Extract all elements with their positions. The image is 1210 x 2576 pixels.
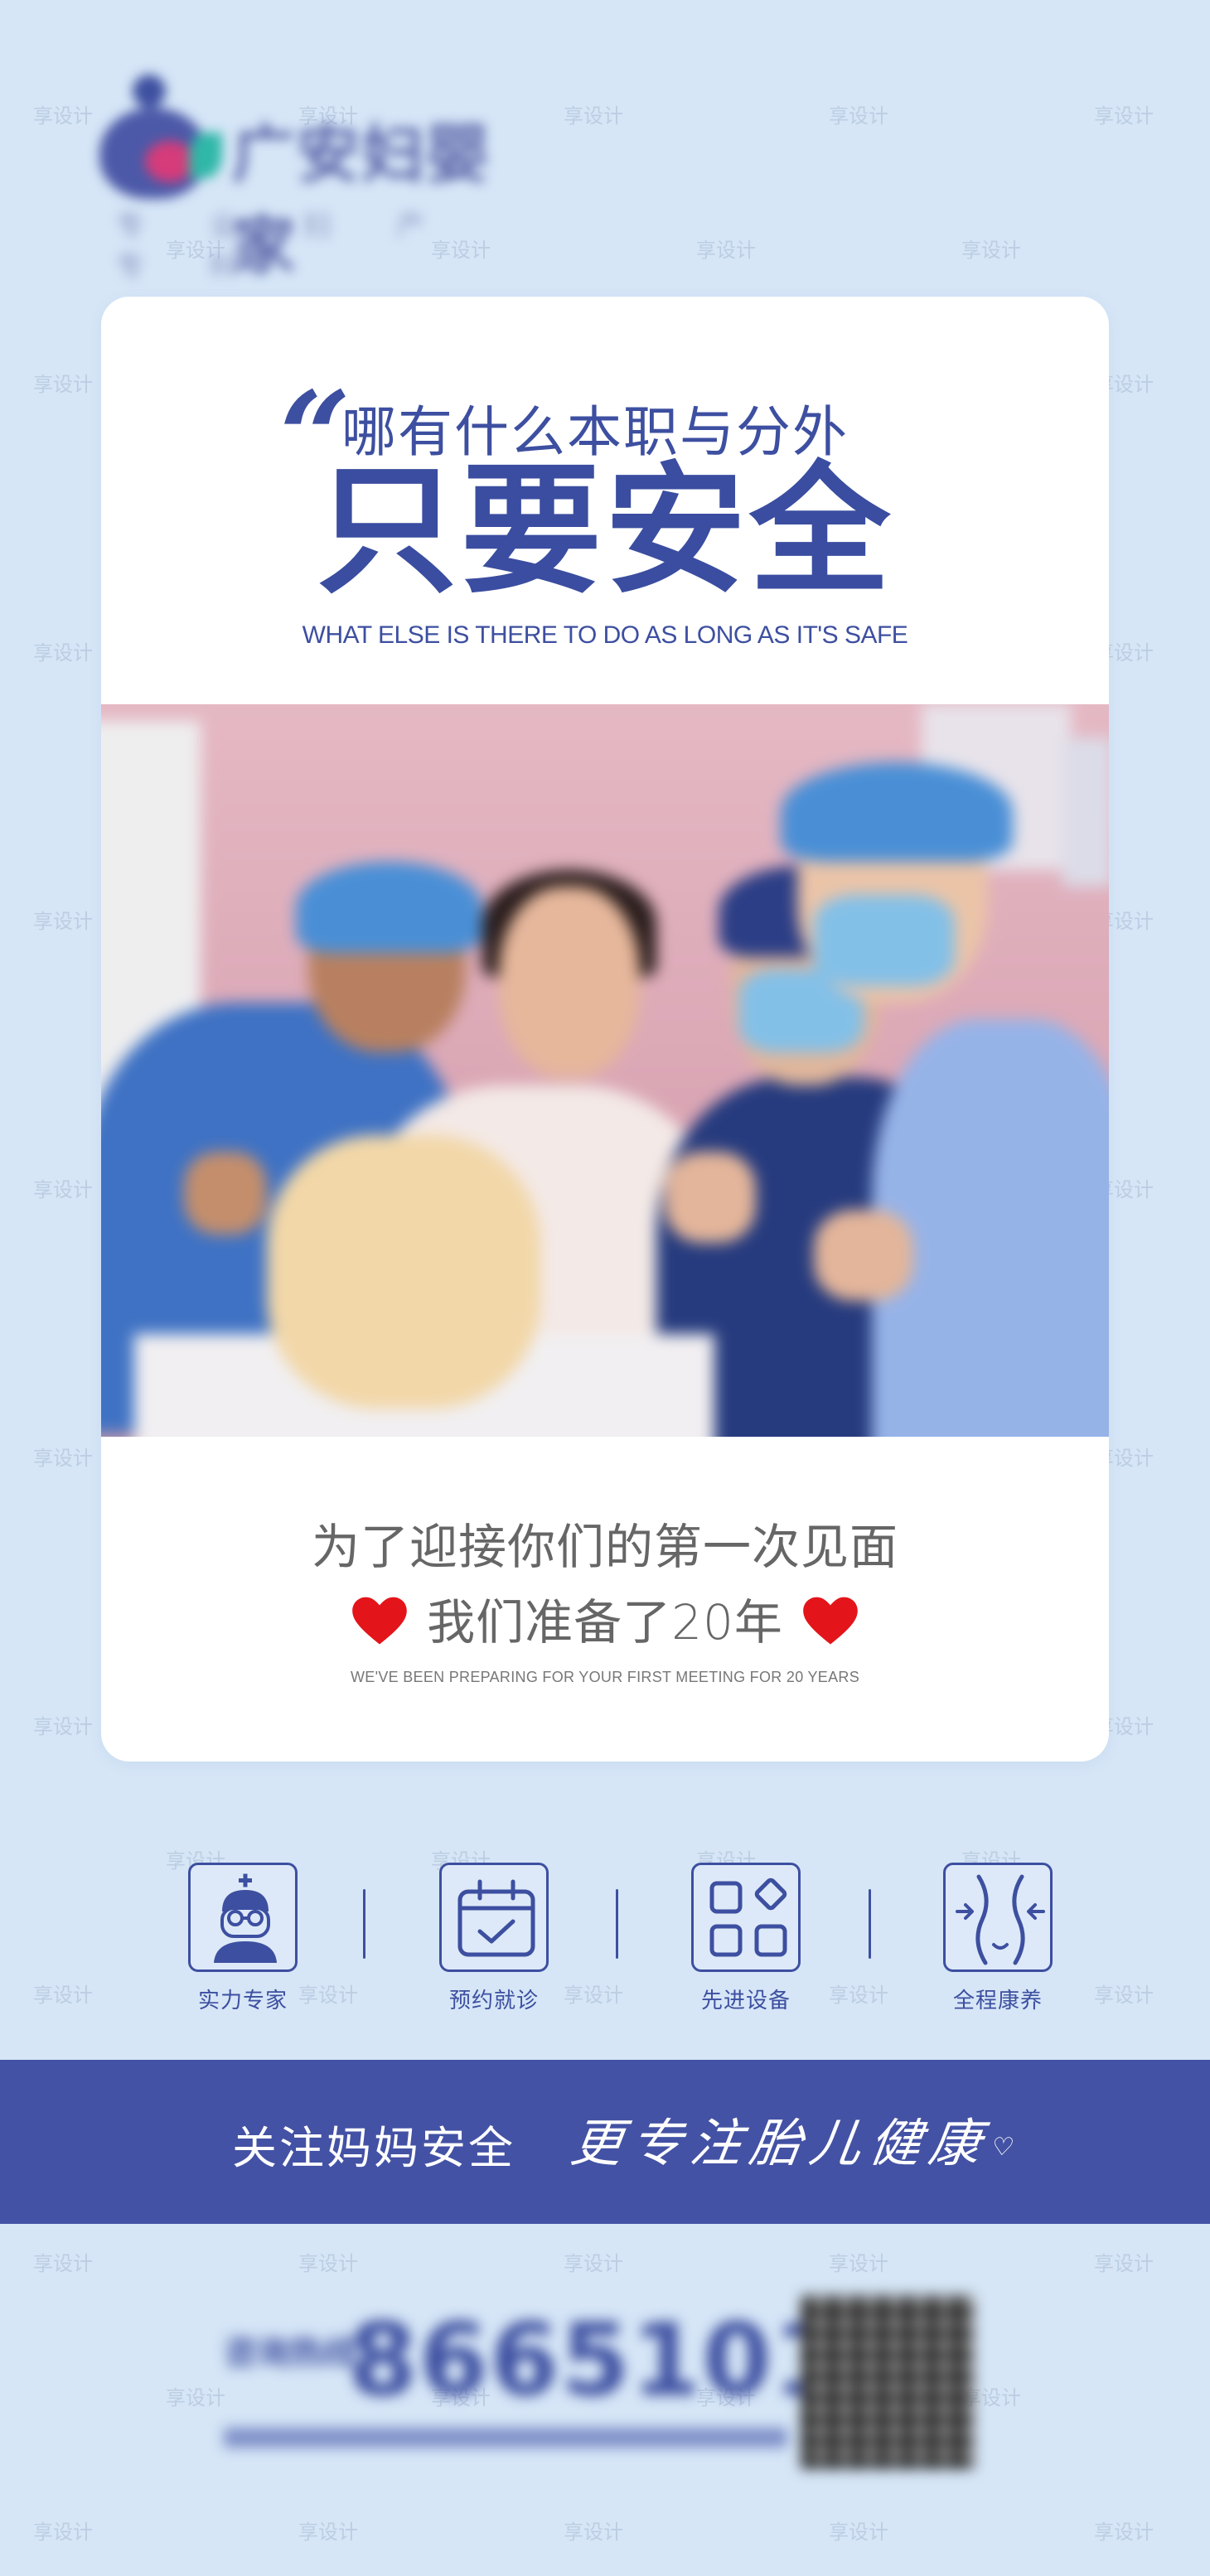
feature-appointment-label: 预约就诊: [448, 1989, 539, 2013]
phone-prefix: 咨询热线: [224, 2334, 356, 2372]
watermark-text: 享设计: [33, 373, 93, 396]
equipment-icon: [709, 1878, 787, 1957]
heart-outline-icon: ♡: [990, 2133, 1024, 2163]
watermark-text: 享设计: [696, 239, 756, 262]
watermark-text: 享设计: [33, 910, 93, 933]
watermark-text: 享设计: [1094, 2520, 1154, 2544]
card-title: 只要安全: [316, 449, 893, 613]
team-photo: [101, 704, 1109, 1437]
qr-code-icon[interactable]: [801, 2295, 975, 2469]
feature-divider: [363, 1889, 365, 1959]
watermark-text: 享设计: [564, 2520, 623, 2544]
watermark-text: 享设计: [33, 1715, 93, 1738]
watermark-text: 享设计: [298, 2252, 358, 2275]
feature-equipment[interactable]: 先进设备: [667, 1863, 825, 2014]
card-line-2-text: 我们准备了20年: [427, 1594, 783, 1650]
watermark-text: 享设计: [829, 2520, 888, 2544]
watermark-text: 享设计: [1094, 104, 1154, 128]
watermark-text: 享设计: [1094, 2252, 1154, 2275]
watermark-text: 享设计: [33, 2520, 93, 2544]
banner-right-text: 更专注胎儿健康♡: [567, 2101, 1029, 2176]
feature-care-label: 全程康养: [952, 1989, 1043, 2013]
feature-divider: [616, 1889, 618, 1959]
banner-right-label: 更专注胎儿健康: [567, 2113, 994, 2173]
watermark-text: 享设计: [33, 2252, 93, 2275]
watermark-text: 享设计: [33, 1447, 93, 1470]
watermark-text: 享设计: [961, 239, 1021, 262]
feature-equipment-label: 先进设备: [700, 1989, 791, 2013]
feature-row: 实力专家 预约就诊 先进设备 全程康养: [164, 1863, 1059, 2020]
banner-left-text: 关注妈妈安全: [232, 2122, 515, 2174]
calendar-icon: [457, 1879, 535, 1957]
card-title-en: WHAT ELSE IS THERE TO DO AS LONG AS IT'S…: [302, 621, 908, 649]
brand-logo: 广安妇婴家 专 业 妇 产 专 科: [91, 58, 522, 283]
doctor-icon: [214, 1873, 277, 1963]
phone-number[interactable]: 8665101: [348, 2303, 844, 2419]
logo-mark-icon: [99, 75, 222, 199]
watermark-text: 享设计: [564, 2252, 623, 2275]
brand-tagline: 专 业 妇 产 专 科: [116, 210, 453, 283]
feature-experts[interactable]: 实力专家: [164, 1863, 322, 2014]
feature-experts-label: 实力专家: [197, 1989, 288, 2013]
slogan-banner: 关注妈妈安全 更专注胎儿健康♡: [0, 2060, 1210, 2224]
feature-care[interactable]: 全程康养: [919, 1863, 1077, 2014]
main-card: “ 哪有什么本职与分外 只要安全 WHAT ELSE IS THERE TO D…: [101, 297, 1109, 1762]
card-line-2: 我们准备了20年: [101, 1583, 1109, 1653]
heart-icon: [803, 1597, 858, 1645]
watermark-text: 享设计: [829, 2252, 888, 2275]
feature-appointment[interactable]: 预约就诊: [415, 1863, 573, 2014]
body-care-icon: [956, 1874, 1045, 1965]
contact-footer: 咨询热线 8665101: [215, 2295, 1011, 2486]
watermark-text: 享设计: [33, 1984, 93, 2007]
card-line-en: WE'VE BEEN PREPARING FOR YOUR FIRST MEET…: [350, 1669, 860, 1685]
footer-address: [224, 2428, 787, 2448]
watermark-text: 享设计: [298, 2520, 358, 2544]
watermark-text: 享设计: [33, 641, 93, 665]
feature-divider: [869, 1889, 871, 1959]
watermark-text: 享设计: [33, 104, 93, 128]
card-line-1: 为了迎接你们的第一次见面: [311, 1519, 898, 1575]
watermark-text: 享设计: [829, 104, 888, 128]
watermark-text: 享设计: [564, 104, 623, 128]
watermark-text: 享设计: [33, 1178, 93, 1201]
heart-icon: [352, 1597, 407, 1645]
watermark-text: 享设计: [1094, 1984, 1154, 2007]
